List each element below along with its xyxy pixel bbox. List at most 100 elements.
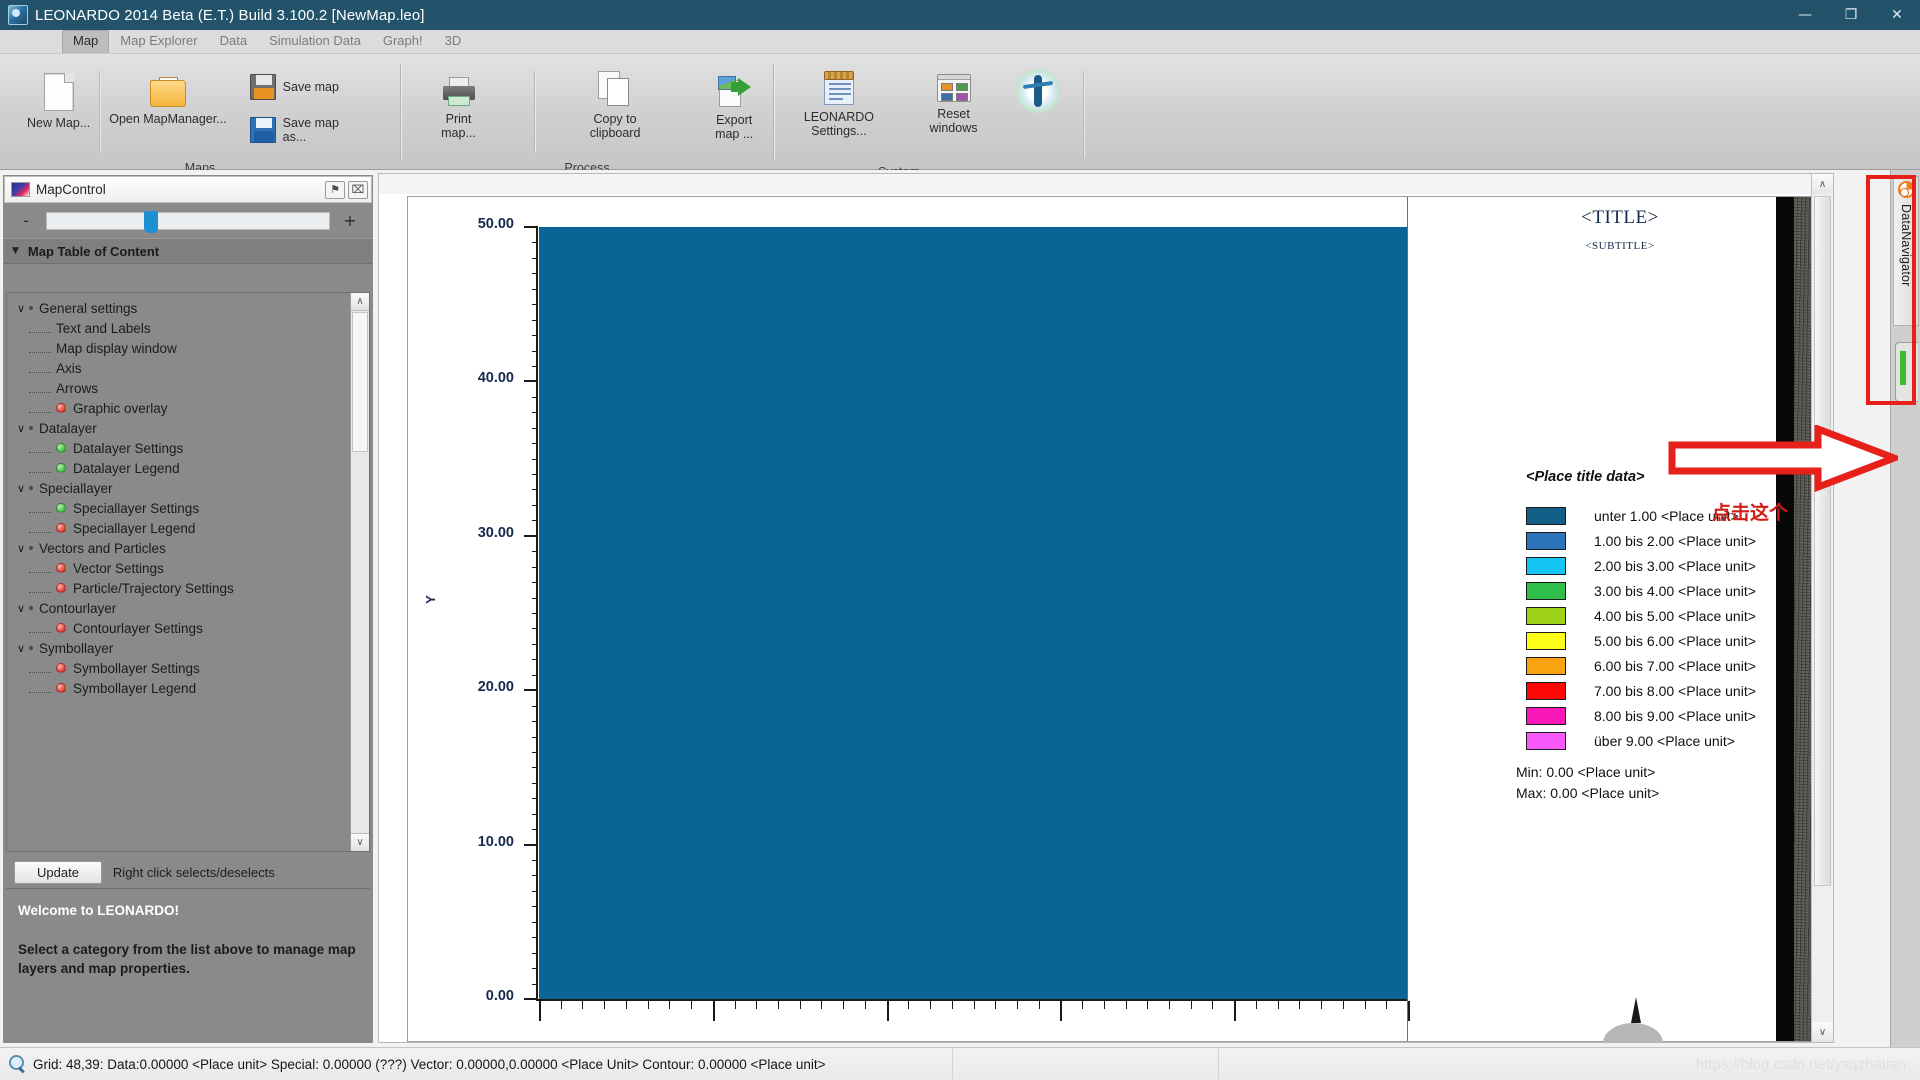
tree-item-arrows[interactable]: Arrows — [13, 378, 350, 398]
tab-3d[interactable]: 3D — [434, 30, 473, 53]
tree-item-text-and-labels[interactable]: Text and Labels — [13, 318, 350, 338]
map-view-topbar — [379, 174, 1811, 194]
tab-map[interactable]: Map — [62, 30, 110, 53]
layer-status-red-icon[interactable] — [56, 623, 66, 633]
layer-status-red-icon[interactable] — [56, 663, 66, 673]
tree-item-map-display-window[interactable]: Map display window — [13, 338, 350, 358]
welcome-heading: Welcome to LEONARDO! — [18, 903, 180, 918]
layer-status-green-icon[interactable] — [56, 503, 66, 513]
leonardo-settings-button[interactable]: LEONARDO Settings... — [792, 61, 886, 142]
datanavigator-tab-label: DataNavigator — [1899, 204, 1913, 287]
tree-item-axis[interactable]: Axis — [13, 358, 350, 378]
tree-item-datalayer[interactable]: ∨ Datalayer — [13, 418, 350, 438]
close-panel-icon[interactable]: ⌧ — [348, 180, 368, 199]
map-data-surface[interactable] — [539, 227, 1407, 999]
x-minor-tick — [1147, 1001, 1149, 1009]
tree-item-vector-settings[interactable]: Vector Settings — [13, 558, 350, 578]
legend-row: 6.00 bis 7.00 <Place unit> — [1526, 653, 1756, 678]
group-divider-2 — [534, 71, 535, 153]
layer-status-green-icon[interactable] — [56, 443, 66, 453]
datanavigator-strip: DataNavigator — [1890, 170, 1920, 1047]
layer-tree-scrollbar[interactable]: ∧ ∨ — [350, 293, 369, 851]
save-as-floppy-icon — [249, 117, 276, 143]
zoom-out-button[interactable]: - — [16, 211, 36, 230]
tree-item-speciallayer[interactable]: ∨ Speciallayer — [13, 478, 350, 498]
zoom-slider-thumb[interactable] — [144, 210, 159, 233]
minimize-button[interactable]: — — [1782, 0, 1828, 30]
x-tick-mark — [886, 1001, 889, 1021]
pin-icon[interactable]: ⚑ — [325, 180, 345, 199]
tree-item-graphic-overlay[interactable]: Graphic overlay — [13, 398, 350, 418]
map-scrollbar-thumb[interactable] — [1814, 196, 1831, 886]
tree-item-symbollayer[interactable]: ∨ Symbollayer — [13, 638, 350, 658]
map-vertical-scrollbar[interactable]: ∧ ∨ — [1811, 174, 1833, 1042]
tree-bullet-icon — [29, 426, 33, 430]
reset-windows-button[interactable]: Reset windows — [910, 61, 997, 139]
layer-status-red-icon[interactable] — [56, 523, 66, 533]
layer-status-red-icon[interactable] — [56, 583, 66, 593]
tree-item-general-settings[interactable]: ∨ General settings — [13, 298, 350, 318]
layer-status-green-icon[interactable] — [56, 463, 66, 473]
tree-item-symbollayer-legend[interactable]: Symbollayer Legend — [13, 678, 350, 698]
print-map-button[interactable]: Print map... — [425, 61, 492, 144]
x-minor-tick — [821, 1001, 823, 1009]
copy-to-clipboard-button[interactable]: Copy to clipboard — [569, 61, 662, 144]
open-mapmanager-button[interactable]: Open MapManager... — [100, 61, 235, 130]
layer-status-red-icon[interactable] — [56, 563, 66, 573]
layer-tree-list: ∨ General settings Text and Labels Map disp… — [7, 293, 350, 851]
chevron-expand-icon[interactable]: ∨ — [13, 602, 29, 615]
x-minor-tick — [908, 1001, 910, 1009]
print-map-label: Print map... — [441, 112, 476, 140]
x-minor-tick — [1125, 1001, 1127, 1009]
chevron-expand-icon[interactable]: ∨ — [13, 482, 29, 495]
maximize-button[interactable]: ❐ — [1828, 0, 1874, 30]
tree-item-datalayer-settings[interactable]: Datalayer Settings — [13, 438, 350, 458]
export-map-button[interactable]: Export map ... — [695, 61, 773, 145]
vitruvian-button[interactable] — [1009, 61, 1067, 117]
tree-item-label: Graphic overlay — [73, 400, 168, 416]
tab-map-explorer[interactable]: Map Explorer — [109, 30, 208, 53]
scroll-down-button[interactable]: ∨ — [351, 833, 369, 851]
close-button[interactable]: ✕ — [1874, 0, 1920, 30]
legend-label: über 9.00 <Place unit> — [1594, 732, 1735, 749]
scrollbar-thumb[interactable] — [352, 312, 368, 452]
tree-item-contourlayer-settings[interactable]: Contourlayer Settings — [13, 618, 350, 638]
legend-color-swatch — [1526, 556, 1566, 575]
chevron-expand-icon[interactable]: ∨ — [13, 542, 29, 555]
save-map-button[interactable]: Save map — [242, 70, 369, 104]
layer-status-red-icon[interactable] — [56, 683, 66, 693]
status-separator-1 — [952, 1047, 953, 1080]
map-scroll-up-button[interactable]: ∧ — [1812, 174, 1833, 194]
x-minor-tick — [1364, 1001, 1366, 1009]
datanavigator-tab[interactable]: DataNavigator — [1893, 176, 1919, 326]
chevron-expand-icon[interactable]: ∨ — [13, 642, 29, 655]
map-scroll-down-button[interactable]: ∨ — [1812, 1022, 1833, 1042]
save-map-as-button[interactable]: Save map as... — [242, 112, 369, 148]
navigator-secondary-panel[interactable] — [1895, 342, 1918, 402]
update-button[interactable]: Update — [14, 860, 102, 884]
tree-item-particle-trajectory-settings[interactable]: Particle/Trajectory Settings — [13, 578, 350, 598]
tab-simulation-data[interactable]: Simulation Data — [258, 30, 372, 53]
scroll-up-button[interactable]: ∧ — [351, 293, 369, 311]
x-minor-tick — [1321, 1001, 1323, 1009]
zoom-slider[interactable] — [46, 210, 330, 233]
layer-status-red-icon[interactable] — [56, 403, 66, 413]
tree-item-speciallayer-settings[interactable]: Speciallayer Settings — [13, 498, 350, 518]
tree-item-contourlayer[interactable]: ∨ Contourlayer — [13, 598, 350, 618]
legend-color-swatch — [1526, 506, 1566, 525]
chevron-expand-icon[interactable]: ∨ — [13, 302, 29, 315]
tree-item-label: Axis — [56, 360, 82, 376]
tab-data[interactable]: Data — [209, 30, 258, 53]
map-table-of-content-header[interactable]: ▼ Map Table of Content — [4, 238, 372, 264]
new-map-button[interactable]: New Map... — [18, 61, 99, 134]
tree-item-symbollayer-settings[interactable]: Symbollayer Settings — [13, 658, 350, 678]
map-subtitle: <SUBTITLE> — [1585, 240, 1655, 252]
tree-item-datalayer-legend[interactable]: Datalayer Legend — [13, 458, 350, 478]
chevron-expand-icon[interactable]: ∨ — [13, 422, 29, 435]
leonardo-settings-label: LEONARDO Settings... — [803, 110, 874, 138]
legend-row: 3.00 bis 4.00 <Place unit> — [1526, 578, 1756, 603]
tree-item-speciallayer-legend[interactable]: Speciallayer Legend — [13, 518, 350, 538]
zoom-in-button[interactable]: + — [340, 211, 360, 230]
tab-graph[interactable]: Graph! — [372, 30, 434, 53]
tree-item-vectors-and-particles[interactable]: ∨ Vectors and Particles — [13, 538, 350, 558]
